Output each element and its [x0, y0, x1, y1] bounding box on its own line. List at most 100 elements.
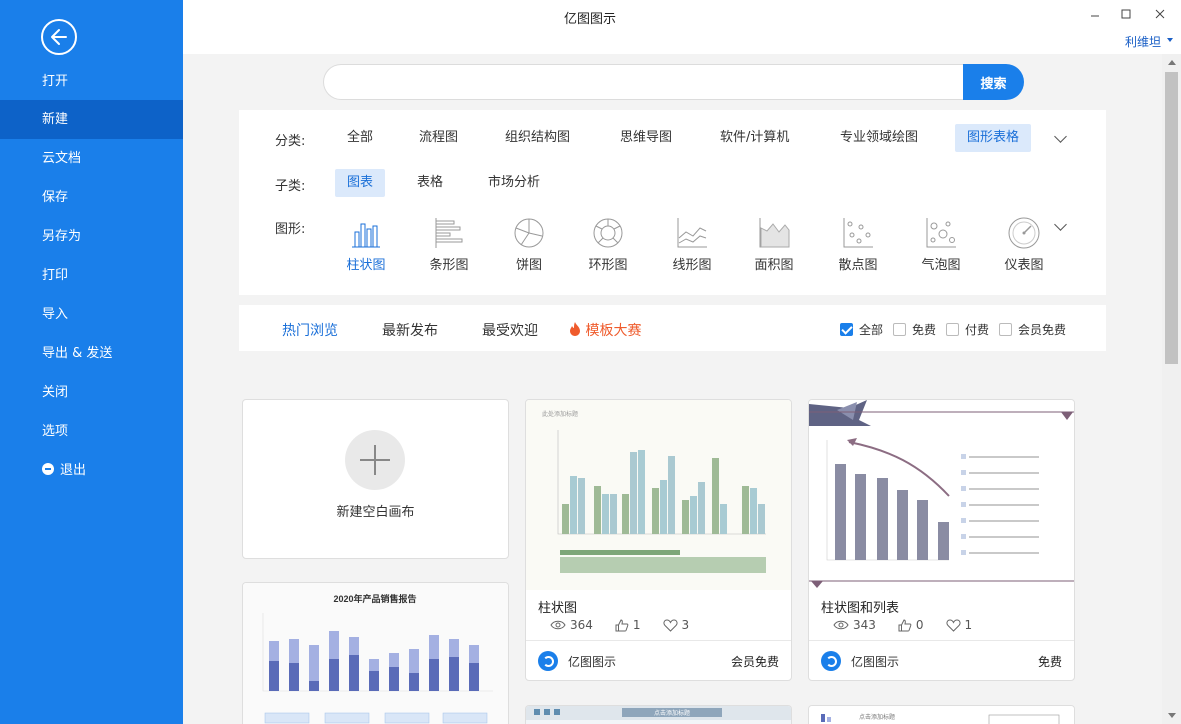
thumbs-up-icon — [898, 618, 912, 631]
scroll-up-arrow-icon[interactable] — [1168, 60, 1176, 65]
shape-scatter-chart[interactable]: 散点图 — [823, 216, 893, 273]
subcategory-market-analysis[interactable]: 市场分析 — [476, 169, 552, 197]
caret-down-icon[interactable] — [1167, 38, 1173, 42]
template-stats: 343 0 1 — [833, 618, 994, 632]
sidebar-item-print[interactable]: 打印 — [0, 256, 183, 295]
edraw-logo-icon — [821, 651, 841, 671]
plus-icon — [345, 430, 405, 490]
scrollbar-thumb[interactable] — [1165, 72, 1178, 364]
sidebar-item-open[interactable]: 打开 — [0, 62, 183, 101]
category-mind-map[interactable]: 思维导图 — [608, 124, 684, 152]
template-author: 亿图图示 — [851, 655, 900, 669]
bar-chart-icon — [352, 223, 380, 248]
check-paid[interactable]: 付费 — [946, 321, 989, 338]
template-author: 亿图图示 — [568, 655, 617, 669]
template-card[interactable]: 点击添加标题 — [525, 705, 792, 724]
user-name[interactable]: 利维坦 — [1125, 33, 1161, 50]
like-count: 0 — [915, 618, 924, 632]
template-thumbnail — [809, 400, 1074, 590]
tab-popular[interactable]: 热门浏览 — [282, 320, 338, 340]
shape-area-chart[interactable]: 面积图 — [739, 216, 809, 273]
check-member-free[interactable]: 会员免费 — [999, 321, 1066, 338]
shape-line-chart-label: 线形图 — [672, 258, 712, 273]
check-paid-label: 付费 — [965, 323, 990, 337]
template-card[interactable]: 点击添加标题 — [808, 705, 1075, 724]
sidebar-item-cloud-docs[interactable]: 云文档 — [0, 139, 183, 178]
category-flowchart[interactable]: 流程图 — [407, 124, 470, 152]
category-professional[interactable]: 专业领域绘图 — [828, 124, 930, 152]
search-input[interactable] — [323, 64, 983, 100]
sidebar-item-export-send[interactable]: 导出 & 发送 — [0, 334, 183, 373]
exit-icon — [42, 463, 54, 475]
favorite-count: 1 — [964, 618, 973, 632]
thumb-title: 点击添加标题 — [654, 709, 690, 717]
sidebar-item-close[interactable]: 关闭 — [0, 373, 183, 412]
sidebar-item-exit[interactable]: 退出 — [0, 451, 183, 490]
sidebar-item-save[interactable]: 保存 — [0, 178, 183, 217]
check-all[interactable]: 全部 — [840, 321, 883, 338]
filter-panel: 分类: 全部 流程图 组织结构图 思维导图 软件/计算机 专业领域绘图 图形表格… — [239, 110, 1106, 295]
gauge-chart-icon — [1008, 217, 1040, 249]
shape-gauge-chart[interactable]: 仪表图 — [989, 216, 1059, 273]
shape-scatter-chart-label: 散点图 — [838, 258, 878, 273]
sidebar-item-new[interactable]: 新建 — [0, 100, 183, 139]
like-count: 1 — [632, 618, 641, 632]
template-card[interactable]: 柱状图和列表 343 0 1 亿图图示 免费 — [808, 399, 1075, 681]
favorite-count: 3 — [681, 618, 690, 632]
shape-bubble-chart-label: 气泡图 — [921, 258, 961, 273]
template-footer: 亿图图示 免费 — [809, 640, 1074, 680]
heart-icon — [663, 618, 678, 632]
tab-template-contest[interactable]: 模板大赛 — [569, 320, 641, 340]
shape-line-chart[interactable]: 线形图 — [657, 216, 727, 273]
template-thumbnail: 点击添加标题 — [526, 706, 791, 724]
checkbox-icon — [946, 323, 959, 336]
sidebar-item-exit-label: 退出 — [60, 463, 87, 478]
category-graphic-table[interactable]: 图形表格 — [955, 124, 1032, 152]
shape-horizontal-bar-label: 条形图 — [429, 258, 469, 273]
sidebar-item-save-as[interactable]: 另存为 — [0, 217, 183, 256]
chevron-down-icon[interactable] — [1054, 130, 1067, 143]
shape-area-chart-label: 面积图 — [754, 258, 794, 273]
scatter-chart-icon — [843, 218, 873, 248]
sidebar-item-import[interactable]: 导入 — [0, 295, 183, 334]
template-price: 免费 — [1037, 655, 1062, 669]
template-card[interactable]: 此处添加标题 柱状图 364 1 3 亿图图示 会员免费 — [525, 399, 792, 681]
close-icon[interactable] — [1149, 4, 1171, 24]
maximize-icon[interactable] — [1115, 4, 1137, 24]
template-footer: 亿图图示 会员免费 — [526, 640, 791, 680]
shape-label: 图形: — [275, 222, 306, 237]
shape-bar-chart[interactable]: 柱状图 — [331, 216, 401, 273]
scroll-down-arrow-icon[interactable] — [1168, 713, 1176, 718]
template-thumbnail: 此处添加标题 — [526, 400, 791, 590]
back-arrow-icon[interactable] — [41, 19, 77, 55]
shape-donut-chart[interactable]: 环形图 — [573, 216, 643, 273]
checkbox-checked-icon — [840, 323, 853, 336]
subcategory-table[interactable]: 表格 — [405, 169, 455, 197]
check-free[interactable]: 免费 — [893, 321, 936, 338]
category-all[interactable]: 全部 — [335, 124, 385, 152]
line-chart-icon — [677, 218, 707, 248]
template-card[interactable]: 2020年产品销售报告 — [242, 582, 509, 724]
shape-pie-chart-label: 饼图 — [515, 258, 542, 273]
template-name: 柱状图 — [538, 601, 578, 616]
category-org-chart[interactable]: 组织结构图 — [493, 124, 582, 152]
thumb-title: 2020年产品销售报告 — [333, 593, 416, 604]
shape-gauge-chart-label: 仪表图 — [1004, 258, 1044, 273]
shape-bubble-chart[interactable]: 气泡图 — [906, 216, 976, 273]
shape-horizontal-bar[interactable]: 条形图 — [414, 216, 484, 273]
minimize-icon[interactable] — [1084, 4, 1106, 24]
area-chart-icon — [759, 218, 790, 248]
tab-latest[interactable]: 最新发布 — [382, 320, 438, 340]
tab-most-liked[interactable]: 最受欢迎 — [482, 320, 538, 340]
edraw-logo-icon — [538, 651, 558, 671]
new-blank-canvas-card[interactable]: 新建空白画布 — [242, 399, 509, 559]
sidebar-item-options[interactable]: 选项 — [0, 412, 183, 451]
subcategory-label: 子类: — [275, 179, 306, 194]
shape-donut-chart-label: 环形图 — [588, 258, 628, 273]
category-software[interactable]: 软件/计算机 — [708, 124, 801, 152]
shape-pie-chart[interactable]: 饼图 — [494, 216, 564, 273]
search-button[interactable]: 搜索 — [963, 64, 1024, 100]
scrollbar[interactable] — [1162, 54, 1181, 724]
donut-chart-icon — [593, 218, 623, 248]
subcategory-chart[interactable]: 图表 — [335, 169, 386, 197]
